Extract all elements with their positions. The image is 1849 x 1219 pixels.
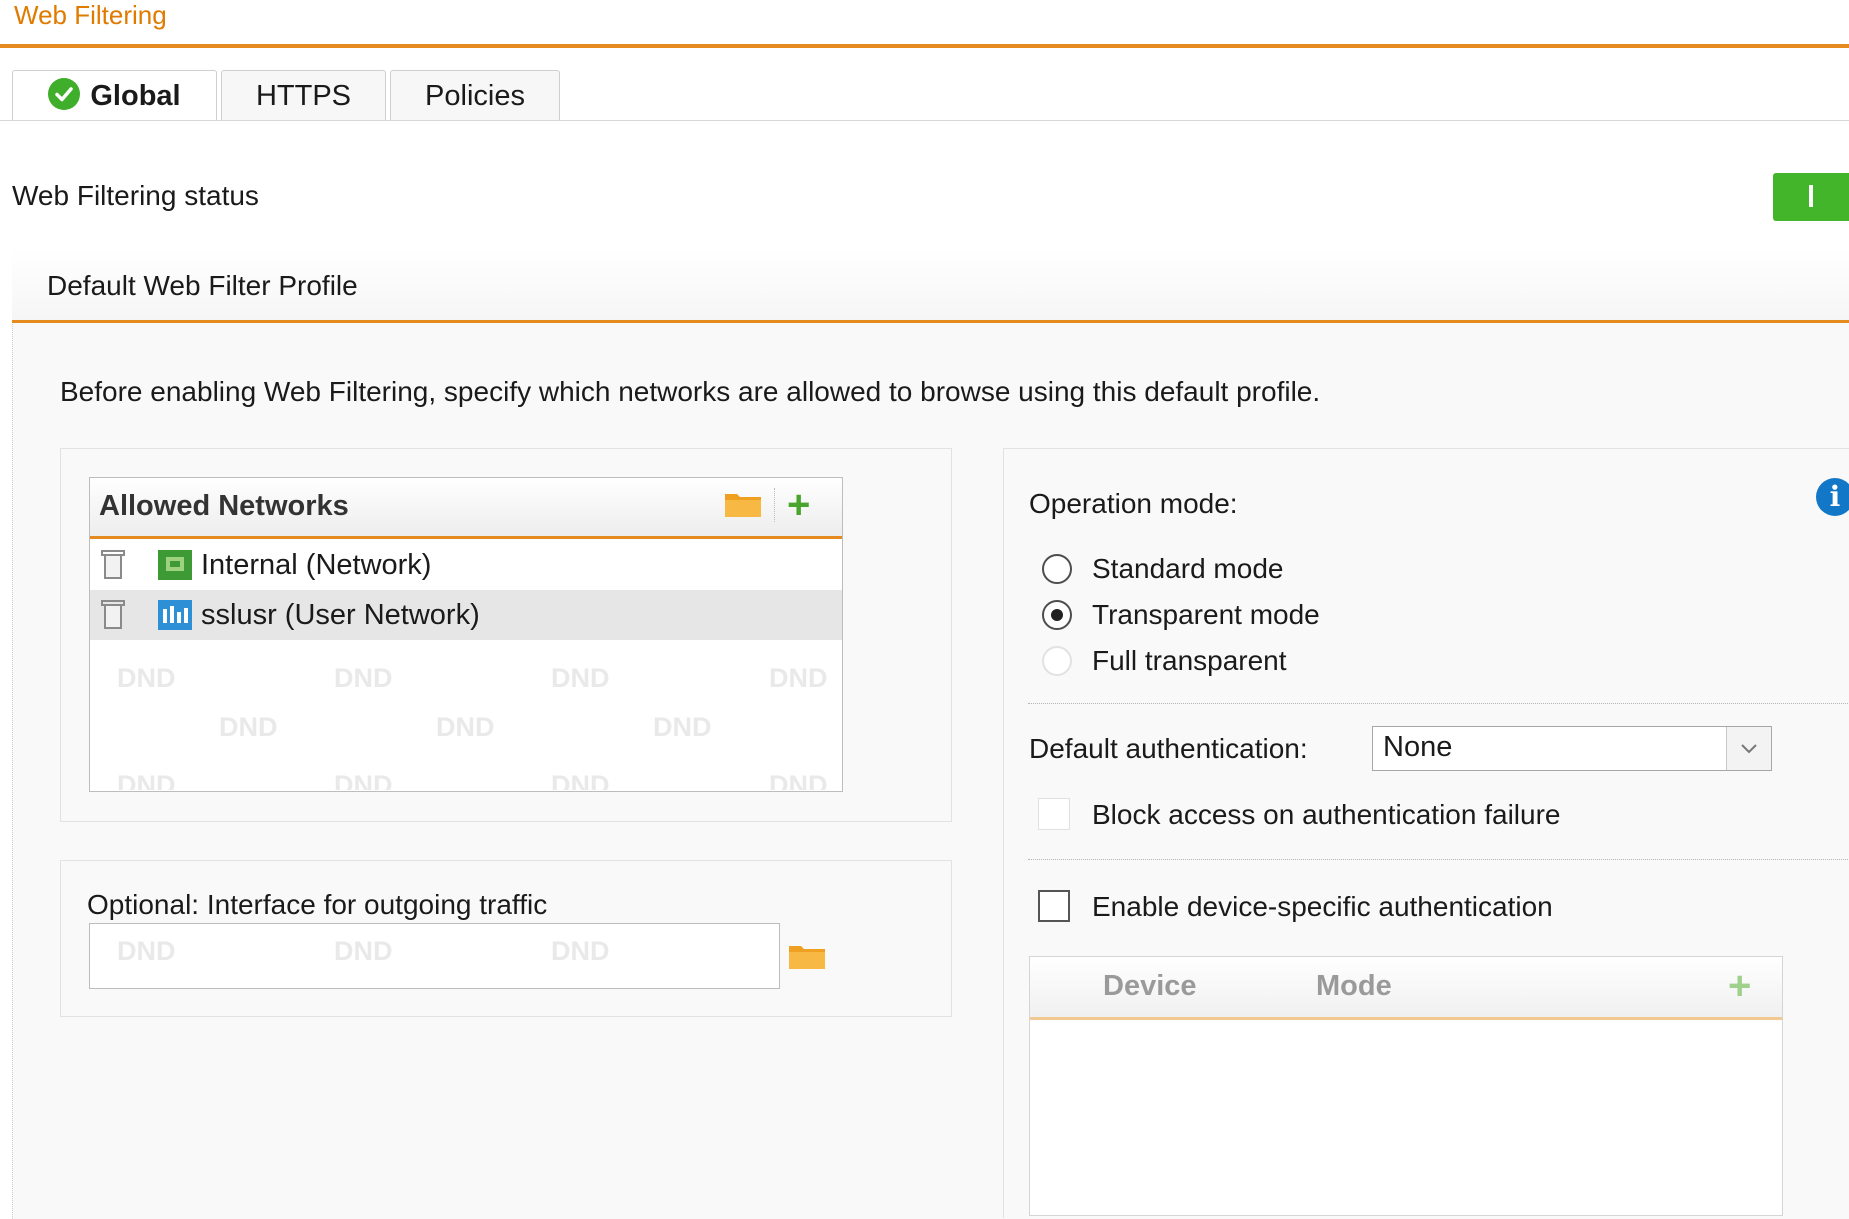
list-item-label: sslusr (User Network) [201, 599, 480, 631]
tab-divider [0, 120, 1849, 121]
dnd-watermark: DND [117, 770, 176, 790]
radio-transparent-label: Transparent mode [1092, 599, 1320, 630]
radio-full-transparent-label: Full transparent [1092, 645, 1287, 676]
dnd-watermark: DND [551, 936, 610, 966]
add-network-icon[interactable]: + [787, 485, 810, 525]
trash-icon[interactable] [100, 598, 126, 637]
tab-policies[interactable]: Policies [390, 70, 560, 120]
dnd-watermark: DND [436, 712, 495, 742]
tab-global[interactable]: Global [12, 70, 217, 120]
add-device-icon[interactable]: + [1728, 966, 1751, 1006]
tab-https[interactable]: HTTPS [221, 70, 386, 120]
allowed-networks-title: Allowed Networks [99, 490, 349, 522]
dnd-watermark: DND [769, 770, 828, 790]
web-filtering-toggle[interactable] [1773, 173, 1849, 221]
toolbar-separator [774, 488, 776, 522]
outgoing-interface-field[interactable]: DND DND DND [89, 923, 780, 989]
profile-intro-text: Before enabling Web Filtering, specify w… [60, 376, 1321, 407]
column-device: Device [1103, 970, 1197, 1002]
radio-button[interactable] [1042, 646, 1072, 676]
dnd-watermark: DND [551, 770, 610, 790]
list-item-internal-network[interactable]: Internal (Network) [90, 540, 842, 590]
trash-icon[interactable] [100, 548, 126, 587]
operation-mode-label: Operation mode: [1029, 488, 1238, 519]
device-auth-label: Enable device-specific authentication [1092, 891, 1553, 922]
section-divider [1028, 859, 1849, 860]
dnd-watermark: DND [653, 712, 712, 742]
default-authentication-label: Default authentication: [1029, 733, 1308, 764]
dnd-watermark: DND [117, 663, 176, 693]
block-access-label: Block access on authentication failure [1092, 799, 1561, 830]
folder-icon[interactable] [724, 490, 762, 518]
web-filtering-status-label: Web Filtering status [12, 180, 259, 211]
device-auth-checkbox[interactable] [1038, 890, 1070, 922]
check-circle-icon [48, 78, 81, 111]
column-mode: Mode [1316, 970, 1392, 1002]
list-item-label: Internal (Network) [201, 549, 432, 581]
folder-icon[interactable] [788, 942, 826, 970]
user-network-icon [158, 600, 192, 635]
block-access-checkbox[interactable] [1038, 798, 1070, 830]
tab-policies-label: Policies [425, 80, 525, 112]
tab-https-label: HTTPS [255, 80, 352, 112]
section-divider [1028, 703, 1849, 704]
radio-standard-label: Standard mode [1092, 553, 1284, 584]
default-profile-title: Default Web Filter Profile [47, 270, 358, 301]
tab-global-label: Global [90, 80, 181, 112]
dnd-watermark: DND [551, 663, 610, 693]
radio-selected-dot [1051, 609, 1063, 621]
page-title: Web Filtering [14, 0, 167, 30]
network-icon [158, 550, 192, 585]
radio-button[interactable] [1042, 554, 1072, 584]
dnd-watermark-row: DND DND DND DND [90, 760, 842, 790]
radio-full-transparent[interactable] [1042, 646, 1072, 676]
radio-standard-mode[interactable] [1042, 554, 1072, 584]
dnd-watermark: DND [117, 936, 176, 966]
info-icon[interactable]: i [1816, 478, 1849, 516]
dnd-watermark: DND [769, 663, 828, 693]
select-value: None [1383, 731, 1453, 763]
title-divider [0, 44, 1849, 48]
list-item-sslusr-network[interactable]: sslusr (User Network) [90, 590, 842, 640]
outgoing-interface-label: Optional: Interface for outgoing traffic [87, 889, 548, 920]
dnd-watermark: DND [334, 770, 393, 790]
toggle-on-indicator [1809, 185, 1813, 207]
default-authentication-select[interactable]: None [1372, 726, 1772, 771]
dnd-watermark: DND [334, 936, 393, 966]
dnd-watermark: DND [334, 663, 393, 693]
radio-transparent-mode[interactable] [1042, 600, 1072, 630]
dnd-watermark: DND [219, 712, 278, 742]
chevron-down-icon[interactable] [1726, 727, 1771, 770]
radio-button[interactable] [1042, 600, 1072, 630]
